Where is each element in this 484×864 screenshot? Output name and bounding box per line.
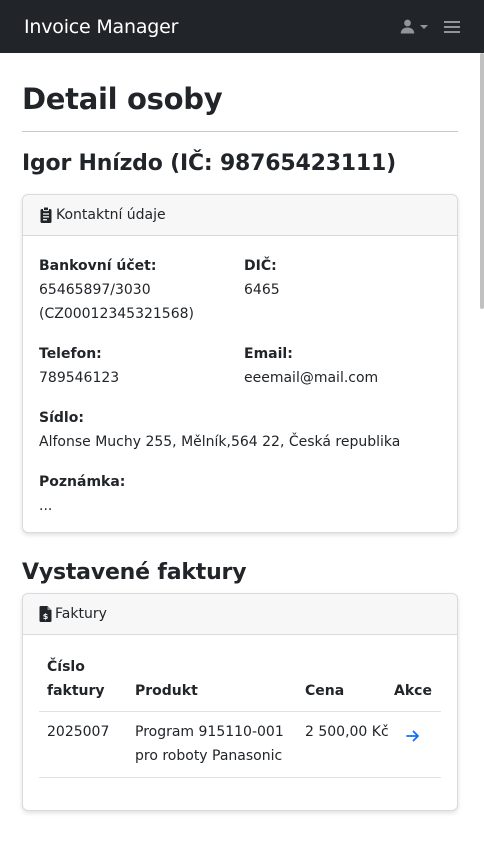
address-value: Alfonse Muchy 255, Mělník,564 22, Česká …: [39, 434, 401, 450]
invoice-detail-link[interactable]: [406, 720, 420, 750]
email-value: eeemail@mail.com: [244, 370, 379, 386]
hamburger-icon: [444, 20, 460, 33]
contact-details: Bankovní účet: 65465897/3030 (CZ00012345…: [39, 254, 441, 518]
page-title: Detail osoby: [22, 82, 223, 116]
dic-value: 6465: [244, 282, 280, 298]
invoices-table: Číslo faktury Produkt Cena Akce 2025007 …: [39, 655, 441, 778]
phone-field: Telefon: 789546123: [39, 342, 236, 390]
address-label: Sídlo:: [39, 410, 84, 426]
title-divider: [22, 131, 458, 132]
column-price: Cena: [297, 655, 393, 712]
chevron-down-icon: [420, 24, 428, 29]
phone-label: Telefon:: [39, 346, 102, 362]
contact-card: Kontaktní údaje Bankovní účet: 65465897/…: [22, 194, 458, 533]
note-field: Poznámka: ...: [39, 470, 441, 518]
invoices-card-body: Číslo faktury Produkt Cena Akce 2025007 …: [23, 635, 457, 810]
table-row: 2025007 Program 915110-001 pro roboty Pa…: [39, 711, 441, 778]
contact-card-title: Kontaktní údaje: [56, 207, 166, 223]
dic-field: DIČ: 6465: [244, 254, 441, 326]
invoice-number-cell: 2025007: [39, 711, 127, 778]
invoice-action-cell: [393, 711, 441, 778]
column-invoice-number: Číslo faktury: [39, 655, 127, 712]
app-brand[interactable]: Invoice Manager: [24, 16, 178, 38]
invoice-price-cell: 2 500,00 Kč: [297, 711, 393, 778]
page-scrollbar[interactable]: [480, 53, 484, 309]
invoices-card: $ Faktury Číslo faktury Produkt Cena Akc…: [22, 593, 458, 811]
top-navbar: Invoice Manager: [0, 0, 484, 53]
contact-card-header: Kontaktní údaje: [23, 195, 457, 236]
invoice-product-cell: Program 915110-001 pro roboty Panasonic: [127, 711, 297, 778]
bank-account-value: 65465897/3030 (CZ00012345321568): [39, 282, 194, 322]
svg-text:$: $: [43, 612, 49, 621]
column-product: Produkt: [127, 655, 297, 712]
navbar-actions: [400, 19, 460, 34]
column-action: Akce: [393, 655, 441, 712]
bank-account-field: Bankovní účet: 65465897/3030 (CZ00012345…: [39, 254, 236, 326]
invoices-card-title: Faktury: [55, 606, 107, 622]
email-field: Email: eeemail@mail.com: [244, 342, 441, 390]
bank-account-label: Bankovní účet:: [39, 258, 157, 274]
navbar-menu-button[interactable]: [444, 20, 460, 34]
user-icon: [400, 19, 415, 34]
email-label: Email:: [244, 346, 293, 362]
note-value: ...: [39, 498, 53, 514]
contact-card-body: Bankovní účet: 65465897/3030 (CZ00012345…: [23, 236, 457, 532]
dic-label: DIČ:: [244, 258, 277, 274]
user-menu-toggle[interactable]: [400, 19, 428, 34]
main-content: Detail osoby Igor Hnízdo (IČ: 9876542311…: [0, 53, 484, 811]
phone-value: 789546123: [39, 370, 120, 386]
invoices-section-title: Vystavené faktury: [22, 560, 247, 585]
invoices-card-header: $ Faktury: [23, 594, 457, 635]
clipboard-icon: [40, 207, 52, 223]
note-label: Poznámka:: [39, 474, 126, 490]
table-header-row: Číslo faktury Produkt Cena Akce: [39, 655, 441, 712]
person-heading: Igor Hnízdo (IČ: 98765423111): [22, 151, 396, 176]
arrow-right-icon: [406, 730, 419, 742]
invoice-icon: $: [39, 606, 52, 622]
address-field: Sídlo: Alfonse Muchy 255, Mělník,564 22,…: [39, 406, 441, 454]
